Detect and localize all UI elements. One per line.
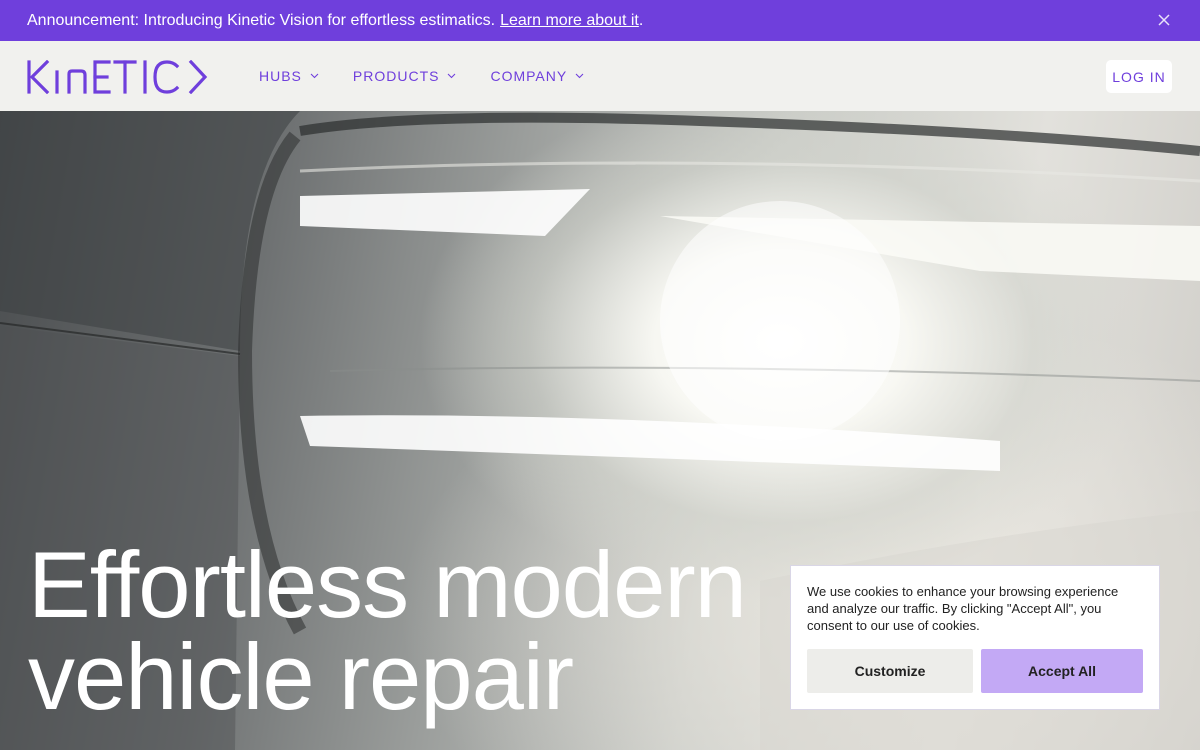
- cookie-actions: Customize Accept All: [807, 649, 1143, 693]
- nav-item-products[interactable]: PRODUCTS: [353, 68, 457, 84]
- chevron-down-icon: [575, 73, 584, 79]
- announcement-bar: Announcement: Introducing Kinetic Vision…: [0, 0, 1200, 41]
- login-button[interactable]: LOG IN: [1106, 60, 1172, 93]
- announcement-suffix: .: [638, 11, 644, 29]
- kinetic-logo[interactable]: [27, 60, 209, 94]
- announcement-text: Announcement: Introducing Kinetic Vision…: [27, 11, 496, 29]
- nav-item-label: PRODUCTS: [352, 68, 440, 84]
- hero-headline-line1: Effortless modern: [28, 532, 747, 637]
- customize-button[interactable]: Customize: [807, 649, 973, 693]
- announcement-learn-more-link[interactable]: Learn more about it: [500, 12, 639, 30]
- nav-item-label: HUBS: [259, 68, 302, 84]
- nav-item-hubs[interactable]: HUBS: [259, 68, 319, 84]
- cookie-consent-banner: We use cookies to enhance your browsing …: [790, 565, 1160, 710]
- chevron-down-icon: [448, 73, 456, 79]
- hero-headline: Effortless modern vehicle repair: [28, 532, 747, 729]
- chevron-down-icon: [310, 73, 319, 79]
- nav-item-company[interactable]: COMPANY: [490, 68, 584, 84]
- close-icon[interactable]: [1156, 12, 1172, 28]
- nav-menu: HUBS PRODUCTS COMPANY: [259, 41, 618, 111]
- cookie-message: We use cookies to enhance your browsing …: [807, 584, 1119, 633]
- nav-item-label: COMPANY: [490, 68, 568, 84]
- hero-headline-line2: vehicle repair: [28, 624, 574, 729]
- accept-all-button[interactable]: Accept All: [981, 649, 1143, 693]
- main-navigation: HUBS PRODUCTS COMPANY LOG IN: [0, 41, 1200, 111]
